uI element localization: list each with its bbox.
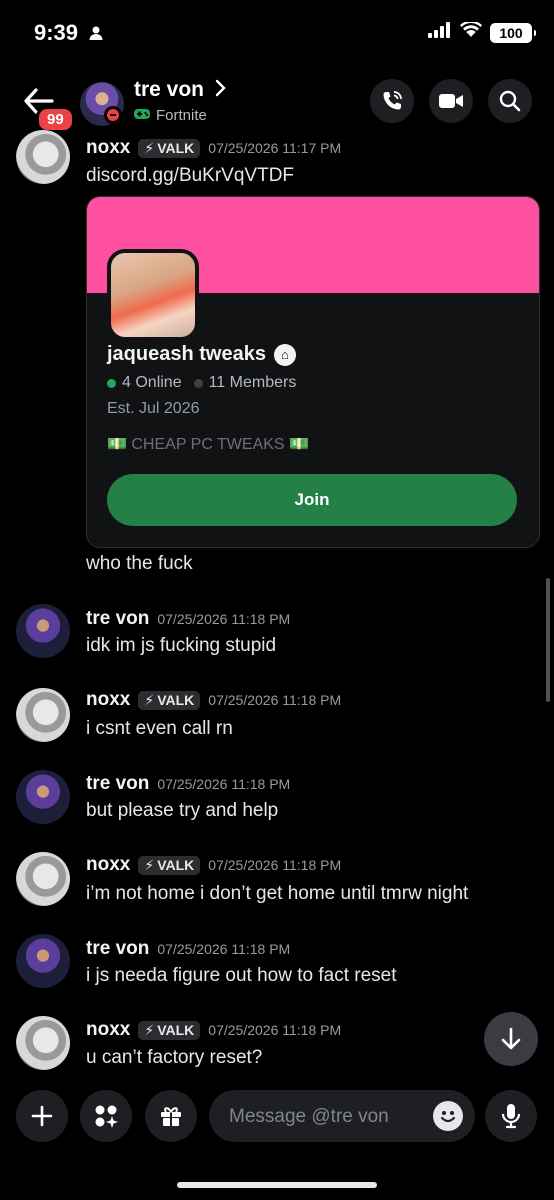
- unread-count-badge: 99: [36, 106, 75, 133]
- arrow-down-icon: [501, 1027, 521, 1050]
- message-text[interactable]: i js needa figure out how to fact reset: [86, 965, 397, 987]
- message-text[interactable]: idk im js fucking stupid: [86, 635, 276, 657]
- author-name[interactable]: noxx: [86, 1019, 130, 1041]
- jump-to-present-button[interactable]: [484, 1012, 538, 1066]
- person-icon: [88, 25, 104, 46]
- voice-message-button[interactable]: [485, 1090, 537, 1142]
- message-header: noxx ⚡ VALK 07/25/2026 11:18 PM: [86, 854, 341, 876]
- gamepad-icon: [134, 107, 150, 124]
- avatar-tre-von[interactable]: [16, 934, 70, 988]
- clan-tag[interactable]: ⚡ VALK: [138, 1020, 201, 1040]
- message-input[interactable]: [227, 1090, 421, 1144]
- online-dot-icon: [107, 378, 116, 388]
- video-call-button[interactable]: [429, 79, 473, 123]
- message-header: noxx ⚡ VALK 07/25/2026 11:18 PM: [86, 689, 341, 711]
- search-icon: [499, 90, 521, 112]
- author-name[interactable]: noxx: [86, 689, 130, 711]
- avatar-tre-von[interactable]: [16, 770, 70, 824]
- message-text[interactable]: i csnt even call rn: [86, 718, 233, 740]
- author-name[interactable]: tre von: [86, 608, 149, 630]
- timestamp: 07/25/2026 11:18 PM: [157, 611, 291, 627]
- message-header: noxx ⚡ VALK 07/25/2026 11:17 PM: [86, 137, 341, 159]
- server-stats: 4 Online 11 Members: [107, 374, 296, 392]
- timestamp: 07/25/2026 11:18 PM: [208, 692, 342, 708]
- plus-icon: [31, 1105, 53, 1127]
- message-text[interactable]: u can’t factory reset?: [86, 1047, 262, 1069]
- timestamp: 07/25/2026 11:18 PM: [208, 1022, 342, 1038]
- timestamp: 07/25/2026 11:17 PM: [208, 140, 342, 156]
- server-name: jaqueash tweaks ⌂: [107, 343, 296, 366]
- video-camera-icon: [439, 94, 463, 108]
- message-header: noxx ⚡ VALK 07/25/2026 11:18 PM: [86, 1019, 341, 1041]
- activity-label: Fortnite: [156, 107, 207, 124]
- avatar-noxx[interactable]: [16, 688, 70, 742]
- bolt-icon: ⚡: [144, 139, 155, 156]
- author-name[interactable]: noxx: [86, 854, 130, 876]
- message-header: tre von 07/25/2026 11:18 PM: [86, 773, 290, 795]
- microphone-icon: [501, 1104, 521, 1129]
- author-name[interactable]: noxx: [86, 137, 130, 159]
- avatar-tre-von[interactable]: [16, 604, 70, 658]
- server-established: Est. Jul 2026: [107, 400, 200, 417]
- clan-tag[interactable]: ⚡ VALK: [138, 138, 201, 158]
- bolt-icon: ⚡: [144, 691, 155, 708]
- timestamp: 07/25/2026 11:18 PM: [157, 941, 291, 957]
- search-button[interactable]: [488, 79, 532, 123]
- server-invite-card: jaqueash tweaks ⌂ 4 Online 11 Members Es…: [86, 196, 540, 548]
- status-time: 9:39: [34, 20, 79, 45]
- gift-button[interactable]: [145, 1090, 197, 1142]
- message-input-wrapper: [209, 1090, 475, 1144]
- timestamp: 07/25/2026 11:18 PM: [208, 857, 342, 873]
- signal-icon: [428, 22, 452, 43]
- bolt-icon: ⚡: [144, 856, 155, 873]
- gift-icon: [161, 1107, 181, 1126]
- partner-badge-icon: ⌂: [273, 343, 296, 366]
- activity-status: Fortnite: [134, 107, 207, 124]
- server-description: 💵 CHEAP PC TWEAKS 💵: [107, 436, 309, 453]
- message-header: tre von 07/25/2026 11:18 PM: [86, 608, 290, 630]
- avatar-noxx[interactable]: [16, 852, 70, 906]
- message-text[interactable]: who the fuck: [86, 553, 193, 575]
- dnd-status-icon: [104, 106, 122, 124]
- message-text[interactable]: but please try and help: [86, 800, 278, 822]
- apps-icon: [95, 1105, 118, 1128]
- battery-indicator: 100: [490, 22, 536, 43]
- phone-icon: [383, 91, 402, 110]
- voice-call-button[interactable]: [370, 79, 414, 123]
- clan-tag[interactable]: ⚡ VALK: [138, 855, 201, 875]
- wifi-icon: [460, 20, 482, 43]
- avatar-noxx[interactable]: [16, 1016, 70, 1070]
- message-text[interactable]: i’m not home i don’t get home until tmrw…: [86, 883, 468, 905]
- add-attachment-button[interactable]: [16, 1090, 68, 1142]
- avatar-noxx[interactable]: [16, 130, 70, 184]
- emoji-icon[interactable]: [433, 1101, 463, 1131]
- message-text[interactable]: discord.gg/BuKrVqVTDF: [86, 165, 294, 187]
- author-name[interactable]: tre von: [86, 938, 149, 960]
- join-button[interactable]: Join: [107, 474, 517, 526]
- members-dot-icon: [193, 378, 203, 388]
- scrollbar[interactable]: [546, 578, 550, 702]
- timestamp: 07/25/2026 11:18 PM: [157, 776, 291, 792]
- status-indicators: 100: [428, 20, 536, 43]
- dm-user-name[interactable]: tre von: [134, 78, 204, 102]
- bolt-icon: ⚡: [144, 1021, 155, 1038]
- apps-button[interactable]: [80, 1090, 132, 1142]
- author-name[interactable]: tre von: [86, 773, 149, 795]
- chevron-right-icon[interactable]: [214, 78, 228, 104]
- home-indicator[interactable]: [177, 1182, 377, 1188]
- clan-tag[interactable]: ⚡ VALK: [138, 690, 201, 710]
- message-header: tre von 07/25/2026 11:18 PM: [86, 938, 290, 960]
- server-icon: [107, 249, 199, 341]
